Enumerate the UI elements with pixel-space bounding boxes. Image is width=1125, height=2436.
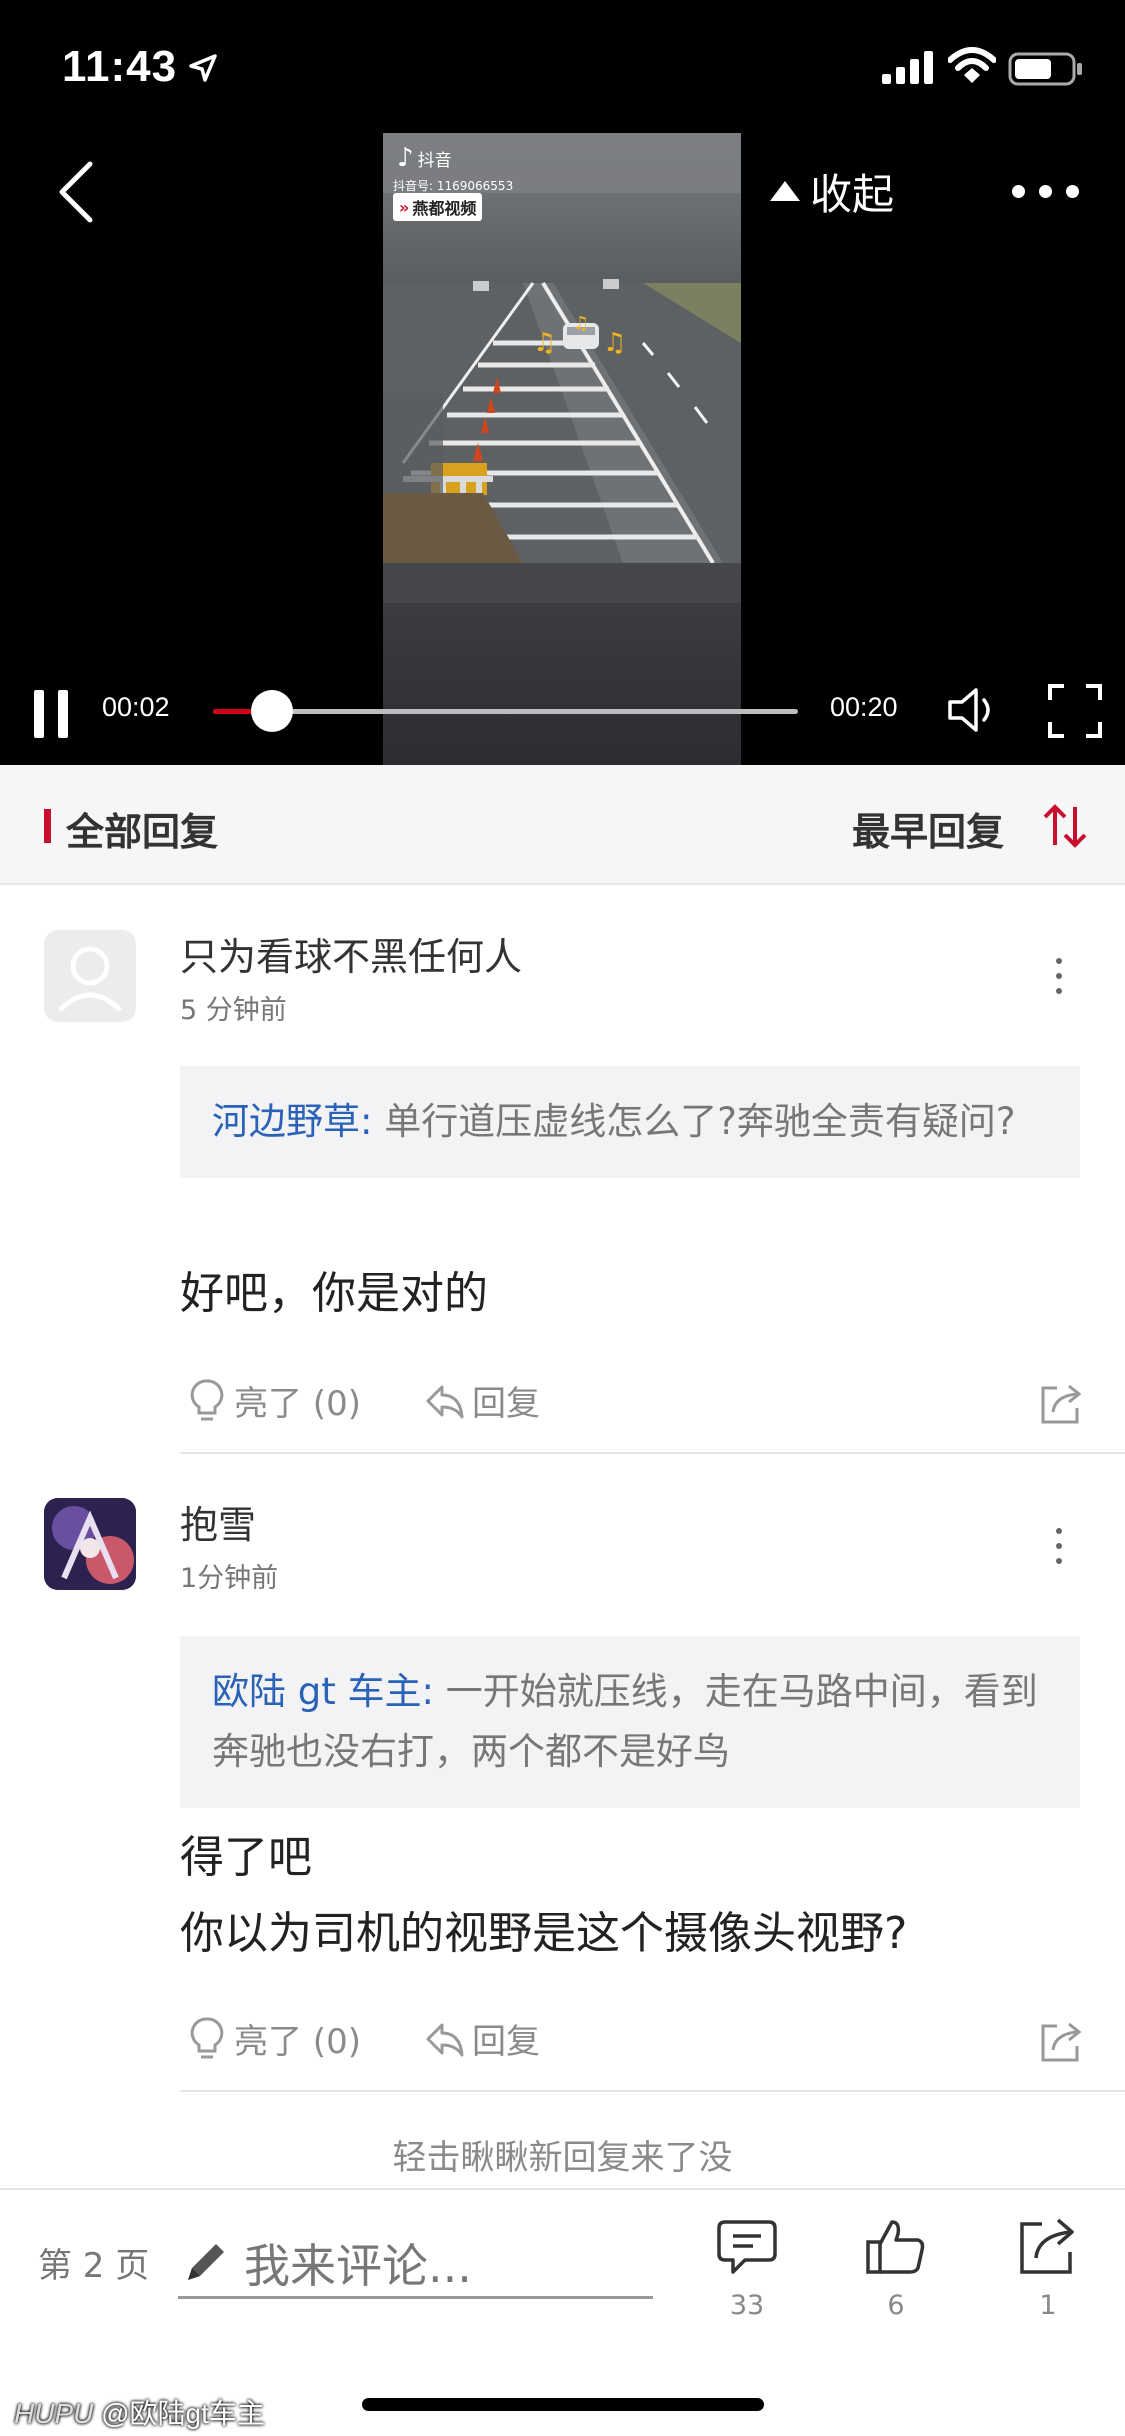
share-icon[interactable] <box>1037 1380 1085 1428</box>
divider <box>180 2090 1125 2092</box>
total-time: 00:20 <box>830 692 898 722</box>
comment-body-line: 好吧，你是对的 <box>180 1268 488 1319</box>
progress-track[interactable] <box>213 709 798 714</box>
avatar[interactable] <box>44 930 136 1022</box>
watermark-site: HUPU <box>14 2398 94 2429</box>
comments-icon[interactable] <box>715 2214 779 2278</box>
progress-knob[interactable] <box>250 690 293 732</box>
collapse-triangle-icon <box>770 181 800 201</box>
watermark-handle: @欧陆gt车主 <box>101 2398 265 2429</box>
share-icon[interactable] <box>1037 2018 1085 2066</box>
fullscreen-icon[interactable] <box>1048 684 1102 738</box>
tiktok-brand-label: 抖音 <box>417 150 452 171</box>
cellular-signal-icon <box>882 51 933 84</box>
video-controls: 00:02 00:20 <box>0 670 1125 750</box>
all-replies-title: 全部回复 <box>66 810 219 854</box>
avatar[interactable] <box>44 1498 136 1590</box>
more-options-icon[interactable] <box>1012 178 1096 204</box>
comment-menu-icon[interactable] <box>1054 958 1064 994</box>
location-arrow-icon <box>189 54 217 82</box>
pause-button[interactable] <box>34 690 70 738</box>
svg-text:♫: ♫ <box>603 328 626 358</box>
replies-count: 33 <box>729 2290 765 2321</box>
collapse-label: 收起 <box>810 169 895 219</box>
input-underline <box>178 2296 653 2299</box>
watermark: HUPU @欧陆gt车主 <box>14 2392 265 2432</box>
comment-body-line: 你以为司机的视野是这个摄像头视野? <box>180 1908 908 1959</box>
comment-time: 5 分钟前 <box>180 995 287 1026</box>
video-player[interactable]: ♫ ♫ ♫ ♪ 抖音 抖音号: 1169066553 » 燕都视频 11:43 … <box>0 0 1125 765</box>
forward-share-icon[interactable] <box>1016 2214 1080 2278</box>
shares-count: 1 <box>1039 2290 1057 2321</box>
current-time: 00:02 <box>102 692 170 722</box>
like-label: 亮了 (0) <box>234 2022 361 2062</box>
divider <box>180 1452 1125 1454</box>
comment-menu-icon[interactable] <box>1054 1528 1064 1564</box>
quoted-reply[interactable]: 河边野草: 单行道压虚线怎么了?奔驰全责有疑问? <box>180 1066 1080 1178</box>
svg-text:♫: ♫ <box>573 313 589 334</box>
collapse-video-button[interactable]: 收起 <box>770 163 894 219</box>
lightbulb-icon <box>190 1378 224 1420</box>
comment-body-line: 得了吧 <box>180 1832 312 1883</box>
tiktok-logo: ♪ 抖音 <box>397 145 452 171</box>
quoted-username[interactable]: 河边野草: <box>212 1100 372 1143</box>
like-button[interactable]: 亮了 (0) <box>186 1376 361 1425</box>
channel-label: 燕都视频 <box>412 199 477 218</box>
volume-icon[interactable] <box>946 684 1002 736</box>
likes-count: 6 <box>887 2290 905 2321</box>
quoted-reply[interactable]: 欧陆 gt 车主: 一开始就压线，走在马路中间，看到奔驰也没右打，两个都不是好鸟 <box>180 1636 1080 1808</box>
reply-header: 全部回复 最早回复 <box>0 765 1125 883</box>
reply-button[interactable]: 回复 <box>424 1376 540 1425</box>
svg-text:♫: ♫ <box>533 328 556 358</box>
comment-username[interactable]: 只为看球不黑任何人 <box>180 926 522 981</box>
clock: 11:43 <box>62 42 178 91</box>
sort-order-button[interactable]: 最早回复 <box>852 801 1004 856</box>
divider <box>0 883 1125 885</box>
reply-button[interactable]: 回复 <box>424 2014 540 2063</box>
comment-username[interactable]: 抱雪 <box>180 1494 256 1549</box>
sort-toggle-icon[interactable] <box>1040 801 1090 851</box>
quoted-text: 单行道压虚线怎么了?奔驰全责有疑问? <box>384 1100 1016 1143</box>
channel-badge: » 燕都视频 <box>393 193 483 221</box>
comment-time: 1分钟前 <box>180 1563 279 1594</box>
comment-body: 好吧，你是对的 <box>180 1256 488 1332</box>
home-indicator[interactable] <box>362 2398 764 2411</box>
load-new-replies-hint[interactable]: 轻击瞅瞅新回复来了没 <box>0 2130 1125 2179</box>
back-chevron-icon[interactable] <box>56 160 96 224</box>
thumbs-up-icon[interactable] <box>864 2214 928 2278</box>
channel-logo-icon: » <box>399 197 410 217</box>
lightbulb-icon <box>190 2016 224 2058</box>
page-indicator[interactable]: 第 2 页 <box>38 2238 149 2287</box>
reply-arrow-icon <box>426 2023 464 2056</box>
reply-arrow-icon <box>426 1385 464 1418</box>
reply-label: 回复 <box>472 2022 540 2062</box>
section-accent-bar <box>44 809 51 843</box>
default-avatar-icon <box>58 946 122 1012</box>
comment-actions: 亮了 (0) 回复 <box>180 2014 1085 2070</box>
battery-icon <box>1008 52 1082 86</box>
quoted-username[interactable]: 欧陆 gt 车主: <box>212 1670 434 1713</box>
tiktok-account: 抖音号: 1169066553 <box>393 179 514 193</box>
comment-item: 只为看球不黑任何人 5 分钟前 河边野草: 单行道压虚线怎么了?奔驰全责有疑问?… <box>0 900 1125 1460</box>
reply-label: 回复 <box>472 1384 540 1424</box>
pencil-icon <box>188 2244 224 2280</box>
user-avatar-image <box>44 1498 136 1590</box>
wifi-icon <box>948 47 996 83</box>
comment-input[interactable]: 我来评论... <box>244 2230 472 2296</box>
like-button[interactable]: 亮了 (0) <box>186 2014 361 2063</box>
like-label: 亮了 (0) <box>234 1384 361 1424</box>
status-bar: 11:43 <box>0 0 1125 130</box>
tiktok-note-icon: ♪ <box>397 143 414 173</box>
comment-actions: 亮了 (0) 回复 <box>180 1376 1085 1432</box>
comment-item: 抱雪 1分钟前 欧陆 gt 车主: 一开始就压线，走在马路中间，看到奔驰也没右打… <box>0 1470 1125 2090</box>
comment-body: 得了吧 你以为司机的视野是这个摄像头视野? <box>180 1820 907 1972</box>
